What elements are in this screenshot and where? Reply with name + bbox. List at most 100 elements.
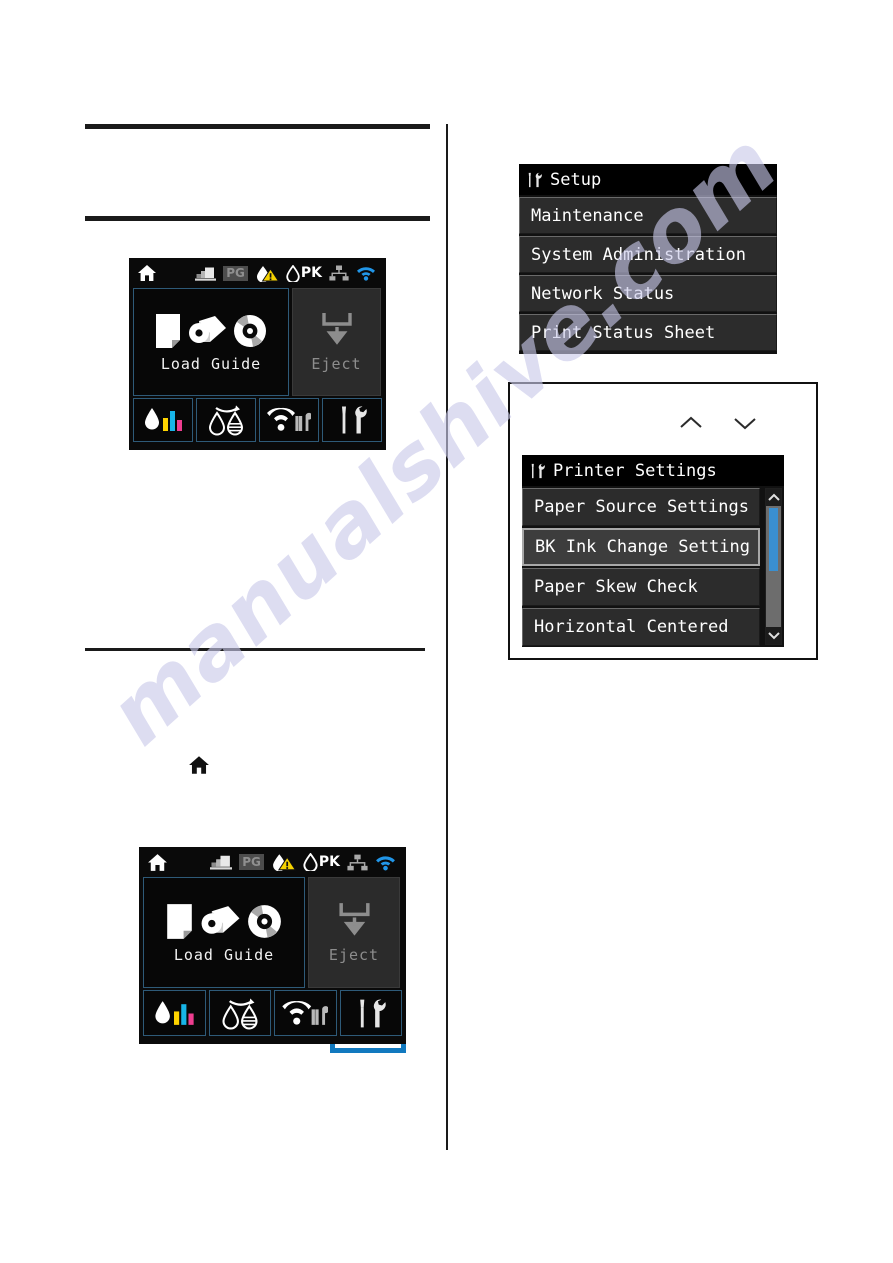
ink-level-icon [152,998,196,1029]
eject-label: Eject [328,946,380,964]
tab-network-setup[interactable] [274,990,337,1036]
menu-item-label: Print Status Sheet [531,322,716,343]
menu-scrollbar[interactable] [765,488,782,645]
ink-warning-icon [255,265,279,282]
chevron-down-icon[interactable] [732,414,758,432]
scroll-down-button[interactable] [766,627,781,644]
eject-down-arrow-icon [317,311,357,347]
pg-platen-gap-icon: PG [223,265,248,281]
tab-ink-change[interactable] [196,398,256,442]
ethernet-icon [329,265,349,281]
lcd-tab-bar [129,398,386,446]
section-rule-lower [85,648,425,651]
menu-item-label: Paper Skew Check [534,577,698,597]
menu-item-bk-ink-change-setting[interactable]: BK Ink Change Setting [522,528,760,566]
cut-sheet-icon [153,311,183,351]
tab-setup[interactable] [322,398,382,442]
home-icon [189,756,209,774]
menu-item-maintenance[interactable]: Maintenance [519,197,777,234]
home-icon[interactable] [137,264,157,282]
pg-badge-text-2: PG [242,855,261,869]
tab-ink-levels[interactable] [143,990,206,1036]
tab-ink-change[interactable] [208,990,271,1036]
printer-home-screen-top[interactable]: PG PK Load Guide Eject [129,258,386,450]
menu-item-paper-skew-check[interactable]: Paper Skew Check [522,568,760,606]
eject-button: Eject [292,288,381,396]
pk-photo-black-icon: PK [303,853,340,871]
load-guide-label: Load Guide [173,946,275,964]
scrollbar-thumb[interactable] [769,508,778,571]
setup-menu-title-bar: Setup [519,164,777,195]
load-guide-icon-row [153,311,269,351]
chevron-down-icon [767,631,780,640]
paper-stack-icon [210,854,233,870]
scroll-up-button[interactable] [766,489,781,506]
menu-item-label: Horizontal Centered [534,617,729,637]
tab-ink-levels[interactable] [133,398,193,442]
eject-label: Eject [311,355,362,373]
setup-tools-icon [528,462,546,480]
menu-item-system-administration[interactable]: System Administration [519,236,777,273]
setup-menu-list: Maintenance System Administration Networ… [519,195,777,351]
setup-tools-icon [335,405,369,435]
wifi-icon [375,854,396,871]
load-guide-button[interactable]: Load Guide [133,288,289,396]
tab-setup[interactable] [339,990,402,1036]
cd-dvd-icon [245,901,284,942]
menu-item-paper-source-settings[interactable]: Paper Source Settings [522,488,760,526]
printer-settings-title-bar: Printer Settings [522,455,784,486]
status-icon-group: PG PK [195,264,380,282]
wifi-setup-icon [267,405,311,435]
cut-sheet-icon [164,901,195,942]
eject-down-arrow-icon [334,901,375,938]
printer-settings-menu-screen[interactable]: Printer Settings Paper Source Settings B… [522,455,784,647]
pg-platen-gap-icon: PG [239,854,264,870]
menu-item-horizontal-centered[interactable]: Horizontal Centered [522,608,760,646]
home-icon[interactable] [147,853,168,872]
ethernet-icon [347,854,368,871]
home-icon-inline [188,755,210,775]
ink-change-icon [218,997,262,1030]
setup-menu-screen[interactable]: Setup Maintenance System Administration … [519,164,777,354]
wifi-setup-icon [282,998,329,1029]
ink-level-icon [142,405,184,435]
roll-paper-icon [197,901,243,942]
load-guide-icon-row-2 [164,901,284,942]
printer-settings-title: Printer Settings [553,460,717,481]
setup-tools-icon [525,171,543,189]
menu-item-label: Paper Source Settings [534,497,749,517]
pk-label-text-2: PK [318,854,340,870]
lcd-tab-bar-2 [139,990,406,1040]
menu-item-print-status-sheet[interactable]: Print Status Sheet [519,314,777,351]
menu-item-label: Network Status [531,283,675,304]
scrollbar-track[interactable] [766,506,781,627]
chevron-up-icon[interactable] [678,414,704,432]
status-icon-group-2: PG PK [210,853,400,871]
wifi-icon [356,265,376,281]
printer-settings-list: Paper Source Settings BK Ink Change Sett… [522,486,760,646]
eject-icon-wrap [317,311,357,347]
pg-badge-text: PG [226,265,245,280]
menu-item-label: Maintenance [531,205,644,226]
navigation-arrows [678,408,758,438]
lcd-status-bar: PG PK [129,258,386,288]
lcd-status-bar-2: PG PK [139,847,406,877]
lcd-main-area-2: Load Guide Eject [139,877,406,990]
section-rule-top [85,124,430,129]
chevron-up-icon [767,493,780,502]
tab-network-setup[interactable] [259,398,319,442]
printer-home-screen-bottom[interactable]: PG PK Load Guide Eject [139,847,406,1044]
ink-warning-icon [271,853,296,871]
menu-item-label: System Administration [531,244,746,265]
roll-paper-icon [185,311,229,351]
load-guide-button[interactable]: Load Guide [143,877,305,988]
section-rule-middle [85,216,430,221]
setup-tools-icon [353,998,388,1029]
setup-menu-title: Setup [550,169,602,190]
pk-label-text: PK [300,264,322,281]
lcd-main-area: Load Guide Eject [129,288,386,398]
menu-item-network-status[interactable]: Network Status [519,275,777,312]
ink-change-icon [205,404,247,436]
eject-button: Eject [308,877,400,988]
cd-dvd-icon [231,311,269,351]
